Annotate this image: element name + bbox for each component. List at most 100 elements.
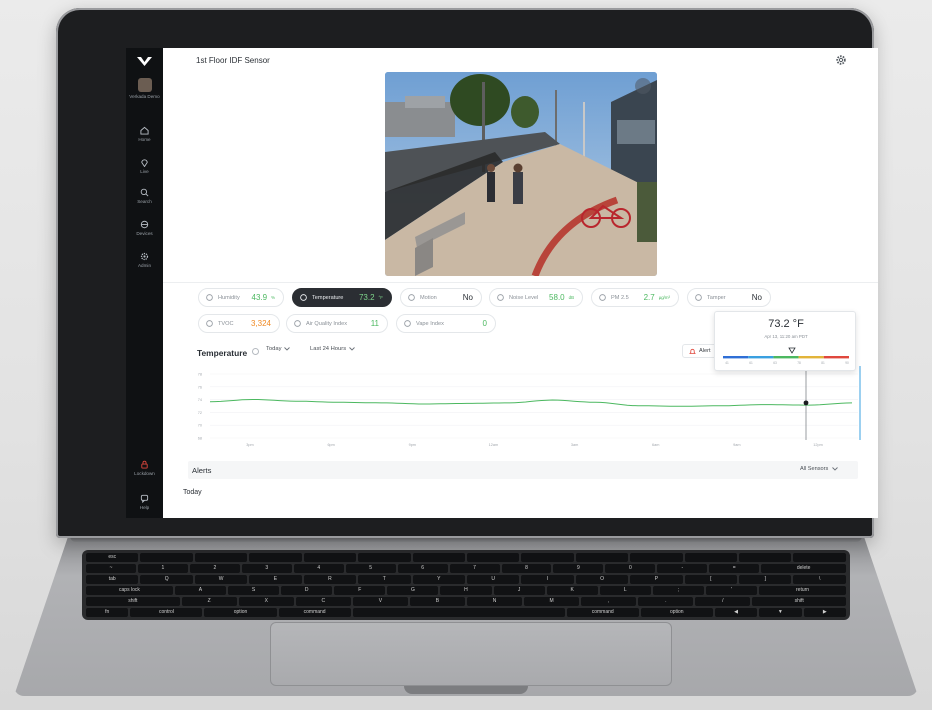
- sensor-chip-value: 58.0: [549, 293, 565, 302]
- keyboard-key: ]: [739, 575, 792, 584]
- scale-label: 78: [797, 361, 801, 365]
- sidebar-item-label: Admin: [137, 263, 152, 268]
- keyboard-key: [303, 553, 357, 562]
- sensor-chip-tvoc[interactable]: TVOC 3,324: [198, 314, 280, 333]
- sensor-chip-air-quality-index[interactable]: Air Quality Index 11: [286, 314, 388, 333]
- keyboard-key: 5: [345, 564, 396, 573]
- sidebar-item-admin[interactable]: Admin: [126, 252, 163, 268]
- sensor-chip-label: Air Quality Index: [306, 320, 348, 327]
- keyboard-key: G: [387, 586, 439, 595]
- keyboard-row: ~1 2 3 4 5 6 7 8 9 0- = delete: [86, 564, 847, 573]
- camera-feed[interactable]: [385, 72, 657, 276]
- keyboard-key: [575, 553, 629, 562]
- day-filter-dropdown[interactable]: Today: [266, 346, 291, 352]
- sensor-chip-vape-index[interactable]: Vape Index 0: [396, 314, 496, 333]
- keyboard-key: control: [130, 608, 203, 617]
- droplet-icon: [206, 294, 213, 301]
- sidebar-item-lockdown[interactable]: Lockdown: [126, 460, 163, 476]
- verkada-logo[interactable]: [136, 54, 153, 68]
- keyboard-key: ;: [652, 586, 704, 595]
- sidebar-item-search[interactable]: Search: [126, 188, 163, 204]
- keyboard-key: esc: [86, 553, 139, 562]
- keyboard-key: shift: [86, 597, 180, 606]
- alert-button[interactable]: Alert: [682, 344, 718, 358]
- sensor-chip-value: No: [751, 293, 762, 302]
- keyboard-row: shift Z X C V B N M,. / shift: [86, 597, 847, 606]
- settings-gear-icon[interactable]: [835, 54, 847, 66]
- keyboard-key: I: [521, 575, 574, 584]
- sensor-chip-noise-level[interactable]: Noise Level 58.0 dB: [489, 288, 583, 307]
- keyboard-key: S: [228, 586, 280, 595]
- sensor-chip-temperature[interactable]: Temperature 73.2 °F: [292, 288, 392, 307]
- sensor-chip-unit: %: [271, 295, 275, 300]
- keyboard-key: shift: [752, 597, 847, 606]
- keyboard-key: -: [657, 564, 708, 573]
- x-tick-label: 12am: [489, 443, 499, 447]
- x-tick-label: 9pm: [409, 443, 416, 447]
- location-pin-icon: [141, 159, 148, 167]
- info-icon[interactable]: [252, 348, 259, 355]
- keyboard-key: 6: [397, 564, 448, 573]
- series-line: [209, 399, 853, 407]
- sensor-chip-motion[interactable]: Motion No: [400, 288, 482, 307]
- sidebar-item-help[interactable]: Help: [126, 494, 163, 510]
- sensor-chip-unit: µg/m³: [658, 295, 670, 300]
- sidebar-item-home[interactable]: Home: [126, 126, 163, 142]
- keyboard-key: D: [281, 586, 333, 595]
- keyboard-key: delete: [761, 564, 847, 573]
- keyboard-key: 1: [137, 564, 188, 573]
- range-filter-dropdown[interactable]: Last 24 Hours: [310, 346, 355, 352]
- sensor-chip-tamper[interactable]: Tamper No: [687, 288, 771, 307]
- keyboard-key: 4: [293, 564, 344, 573]
- temperature-chart[interactable]: 78 76 74 72 70 68 3pm 6pm 9pm 12am 3am 6am 9am 12pm: [188, 366, 868, 458]
- keyboard-key: [684, 553, 738, 562]
- sidebar-item-label: Devices: [136, 231, 153, 236]
- keyboard-key: K: [546, 586, 598, 595]
- x-tick-label: 6pm: [327, 443, 334, 447]
- sensor-chip-pm-2-5[interactable]: PM 2.5 2.7 µg/m³: [591, 288, 679, 307]
- keyboard-key: 2: [189, 564, 240, 573]
- keyboard-key: =: [709, 564, 760, 573]
- keyboard-key: \: [793, 575, 846, 584]
- keyboard-key: H: [440, 586, 492, 595]
- sensor-chip-unit: °F: [378, 295, 383, 300]
- y-tick-label: 68: [198, 437, 202, 441]
- sidebar-item-label: Search: [137, 199, 152, 204]
- avatar: [137, 78, 152, 92]
- y-tick-label: 74: [198, 398, 202, 402]
- keyboard-key: R: [303, 575, 357, 584]
- alerts-filter-dropdown[interactable]: All Sensors: [800, 466, 839, 472]
- x-tick-label: 12pm: [813, 443, 823, 447]
- sidebar-item-org[interactable]: Verkada Demo: [126, 78, 163, 99]
- keyboard-key: N: [467, 597, 523, 606]
- sensor-chip-humidity[interactable]: Humidity 43.9%: [198, 288, 284, 307]
- keyboard-key: B: [409, 597, 466, 606]
- sensor-chip-value: 43.9: [251, 293, 268, 302]
- sensor-chip-label: Tamper: [707, 294, 726, 301]
- expand-camera-button[interactable]: [635, 78, 651, 94]
- keyboard-key: [739, 553, 792, 562]
- vape-icon: [404, 320, 411, 327]
- keyboard-key: .: [638, 597, 694, 606]
- sidebar-item-devices[interactable]: Devices: [126, 220, 163, 236]
- keyboard-row: fn control option command command option ◀ ▼ ▶: [86, 608, 847, 617]
- alerts-title: Alerts: [192, 466, 212, 475]
- scale-label: 61: [749, 361, 753, 365]
- keyboard-key: 0: [605, 564, 656, 573]
- scale-segment: [798, 356, 824, 359]
- keyboard-key: 7: [449, 564, 500, 573]
- lid-notch: [404, 686, 528, 694]
- home-icon: [140, 126, 149, 135]
- sidebar-item-live[interactable]: Live: [126, 158, 163, 174]
- keyboard-key: option: [204, 608, 277, 617]
- sensor-chip-label: Motion: [420, 294, 437, 301]
- particles-icon: [599, 294, 606, 301]
- devices-icon: [140, 220, 149, 229]
- keyboard-row: caps lock A S D F G H J K L; ' return: [86, 586, 846, 595]
- sidebar-item-label: Verkada Demo: [129, 94, 160, 99]
- scale-label: 63: [773, 361, 777, 365]
- y-tick-label: 70: [198, 424, 202, 428]
- sensor-chip-label: Vape Index: [416, 320, 444, 327]
- sensor-chip-value: 3,324: [250, 319, 271, 328]
- keyboard-key: [194, 553, 248, 562]
